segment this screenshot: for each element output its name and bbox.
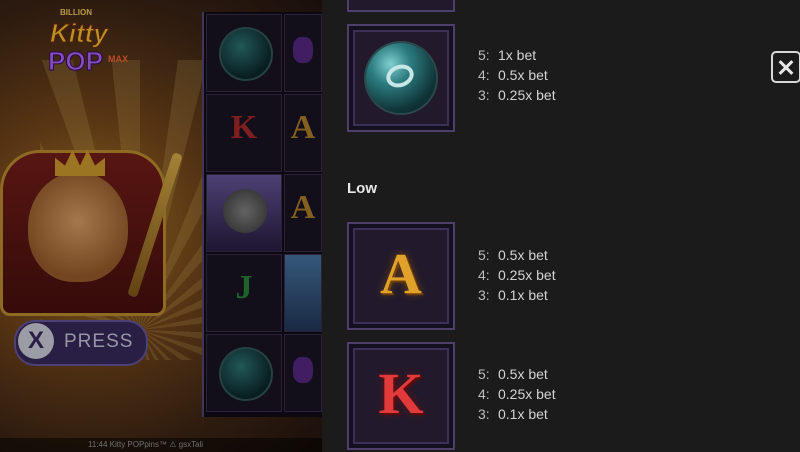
game-background: BILLION Kitty POP MAX X PRESS K A A J 11…	[0, 0, 322, 452]
paytable-values-k: 5: 0.5x bet 4: 0.25x bet 3: 0.1x bet	[478, 366, 598, 426]
letter-a-icon: A	[290, 109, 316, 146]
reel-cell-cat	[206, 174, 282, 252]
pay-row: 3: 0.25x bet	[478, 87, 556, 103]
paytable-symbol-orb	[347, 24, 455, 132]
xpress-label: PRESS	[64, 331, 134, 352]
letter-k-icon: K	[378, 361, 424, 426]
xpress-x-icon: X	[18, 323, 54, 359]
reel-cell-blue-cat	[284, 254, 322, 332]
pay-row: 5: 0.5x bet	[478, 366, 548, 382]
purple-gem-icon	[293, 357, 313, 383]
paytable-values-orb: 5: 1x bet 4: 0.5x bet 3: 0.25x bet	[478, 47, 598, 107]
reel-grid: K A A J	[202, 12, 322, 417]
letter-a-icon: A	[380, 241, 422, 306]
xpress-button[interactable]: X PRESS	[14, 320, 148, 366]
letter-j-icon: J	[235, 269, 253, 306]
section-heading-low: Low	[347, 180, 377, 197]
reel-cell-a: A	[284, 174, 322, 252]
reel-cell-a: A	[284, 94, 322, 172]
paytable-symbol-k: K	[347, 342, 455, 450]
pay-row: 4: 0.25x bet	[478, 267, 556, 283]
paytable-values-a: 5: 0.5x bet 4: 0.25x bet 3: 0.1x bet	[478, 247, 598, 307]
letter-a-icon: A	[290, 189, 316, 226]
paytable-symbol-frame-previous	[347, 0, 455, 12]
cat-icon	[223, 189, 267, 233]
pay-row: 5: 1x bet	[478, 47, 537, 63]
letter-k-icon: K	[230, 109, 258, 146]
logo-line-4: MAX	[108, 54, 128, 64]
logo-line-2: Kitty	[50, 18, 109, 49]
pay-row: 3: 0.1x bet	[478, 406, 548, 422]
pay-row: 5: 0.5x bet	[478, 247, 548, 263]
orb-icon	[219, 27, 273, 81]
status-bar: 11:44 Kitty POPpins™ ⚠ gsxTali	[0, 438, 322, 452]
reel-cell-partial	[284, 14, 322, 92]
reel-cell-orb	[206, 334, 282, 412]
logo-line-1: BILLION	[60, 8, 92, 17]
game-logo: BILLION Kitty POP MAX	[40, 8, 150, 80]
pay-row: 3: 0.1x bet	[478, 287, 548, 303]
reel-cell-k: K	[206, 94, 282, 172]
pay-row: 4: 0.5x bet	[478, 67, 548, 83]
purple-gem-icon	[293, 37, 313, 63]
reel-cell-partial	[284, 334, 322, 412]
close-button[interactable]	[771, 51, 800, 83]
logo-line-3: POP	[48, 46, 104, 77]
orb-icon	[219, 347, 273, 401]
reel-cell-j: J	[206, 254, 282, 332]
orb-ring-icon	[366, 43, 436, 113]
king-cat-character	[28, 172, 128, 282]
reel-cell-orb	[206, 14, 282, 92]
pay-row: 4: 0.25x bet	[478, 386, 556, 402]
paytable-symbol-a: A	[347, 222, 455, 330]
